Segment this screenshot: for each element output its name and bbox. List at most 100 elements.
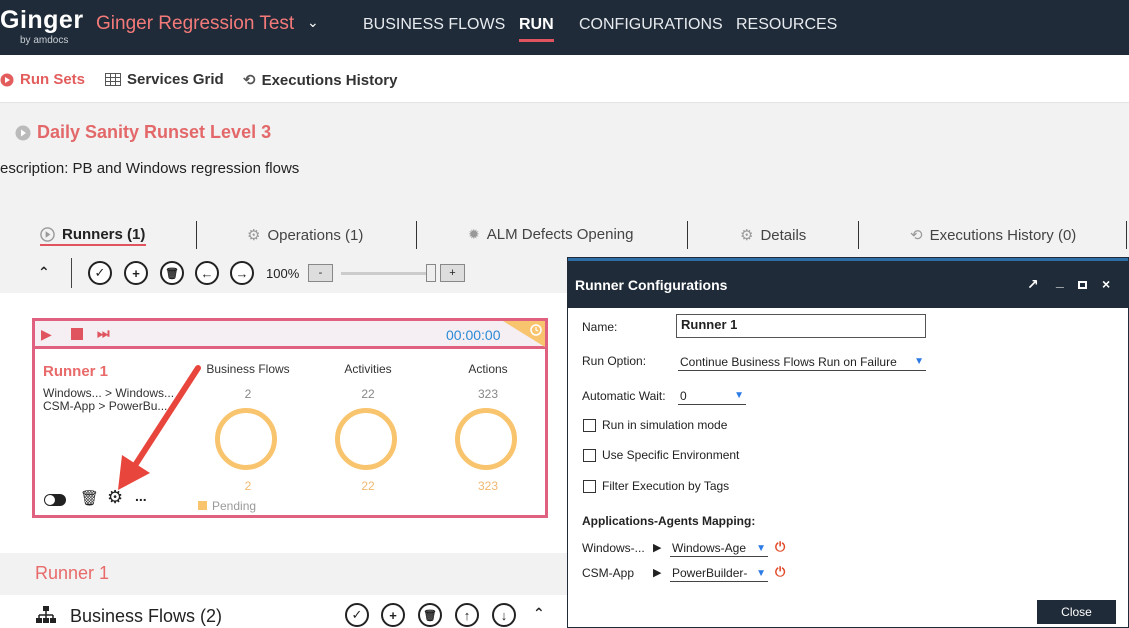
delete-button[interactable]: 🗑 (160, 261, 184, 285)
power-icon[interactable]: ⏻ (775, 539, 785, 555)
maximize-icon[interactable] (1078, 281, 1087, 289)
zoom-slider-track[interactable] (341, 272, 436, 275)
nav-resources[interactable]: RESOURCES (736, 16, 837, 34)
specific-environment-checkbox[interactable] (583, 449, 596, 462)
ginger-logo: Ginger (0, 6, 84, 34)
history-icon: ⟲ (243, 72, 256, 89)
runset-title: Daily Sanity Runset Level 3 (15, 122, 271, 143)
subnav-run-sets-label: Run Sets (20, 71, 86, 88)
chevron-down-icon: ▼ (914, 356, 924, 367)
bf-collapse-icon[interactable]: ⌃ (533, 605, 545, 622)
toolbar-divider (71, 258, 72, 288)
arrow-right-icon: ▶ (653, 567, 662, 579)
play-circle-icon (40, 227, 55, 242)
filter-tags-label: Filter Execution by Tags (602, 479, 730, 493)
subnav-run-sets[interactable]: Run Sets (0, 71, 85, 88)
runner-timer: 00:00:00 (446, 327, 501, 343)
tab-executions-history-label: Executions History (0) (929, 226, 1077, 244)
nav-configurations[interactable]: CONFIGURATIONS (579, 16, 723, 34)
tab-details[interactable]: ⚙ Details (740, 226, 806, 245)
add-runner-button[interactable]: + (124, 261, 148, 285)
mapping-agent-select-1[interactable]: Windows-Age ▼ (670, 540, 768, 557)
subnav-executions-history[interactable]: ⟲ Executions History (243, 71, 398, 90)
arrow-right-button[interactable]: → (230, 261, 254, 285)
tab-operations-label: Operations (1) (267, 226, 364, 244)
play-circle-icon (15, 125, 31, 140)
mapping-agent-2: PowerBuilder- (672, 566, 748, 580)
specific-environment-label: Use Specific Environment (602, 448, 740, 462)
simulation-label: Run in simulation mode (602, 418, 728, 432)
trash-icon[interactable]: 🗑 (80, 489, 99, 507)
hierarchy-icon (36, 606, 56, 623)
bug-icon: ✹ (468, 226, 480, 242)
stop-icon[interactable] (71, 328, 83, 340)
subnav-services-grid[interactable]: Services Grid (105, 71, 224, 88)
skip-forward-icon[interactable]: ⏭ (97, 325, 110, 342)
runner-configurations-dialog: Runner Configurations ↗ _ × Name: Runner… (567, 257, 1129, 628)
stat-activities-total: 22 (361, 387, 375, 401)
nav-business-flows[interactable]: BUSINESS FLOWS (363, 16, 505, 34)
play-icon[interactable]: ▶ (41, 326, 52, 343)
business-flows-label: Business Flows (2) (70, 606, 223, 626)
zoom-in-button[interactable]: + (440, 264, 465, 282)
top-nav-bar: Ginger by amdocs Ginger Regression Test … (0, 0, 1129, 55)
run-option-select[interactable]: Continue Business Flows Run on Failure ▼ (678, 353, 926, 371)
grid-icon (105, 73, 121, 86)
solution-title[interactable]: Ginger Regression Test (96, 13, 294, 35)
tab-runners[interactable]: Runners (1) (40, 226, 145, 243)
mapping-app-1: Windows-... (582, 541, 645, 555)
mapping-agent-select-2[interactable]: PowerBuilder- ▼ (670, 565, 768, 582)
automatic-wait-select[interactable]: 0 ▼ (678, 387, 746, 405)
mapping-title: Applications-Agents Mapping: (582, 514, 756, 528)
history-icon: ⟲ (910, 227, 923, 244)
stat-activities-title: Activities (344, 362, 392, 376)
tab-divider (196, 221, 197, 249)
runner-name-field[interactable]: Runner 1 (676, 314, 926, 338)
stat-business-flows-total: 2 (244, 387, 252, 401)
stat-business-flows-ring (215, 408, 277, 470)
bf-move-up-button[interactable]: ↑ (455, 603, 479, 627)
run-circle-icon (0, 73, 14, 86)
check-all-button[interactable]: ✓ (88, 261, 112, 285)
tab-active-indicator (40, 244, 146, 246)
stat-activities-ring (335, 408, 397, 470)
close-button[interactable]: Close (1037, 600, 1116, 624)
nav-active-indicator (519, 39, 554, 42)
tab-alm-defects[interactable]: ✹ ALM Defects Opening (468, 226, 633, 243)
bf-delete-button[interactable]: 🗑 (418, 603, 442, 627)
mapping-app-2: CSM-App (582, 566, 635, 580)
tab-divider (687, 221, 688, 249)
tab-executions-history[interactable]: ⟲ Executions History (0) (910, 226, 1077, 245)
pin-icon[interactable]: ↗ (1027, 276, 1039, 293)
tab-operations[interactable]: ⚙ Operations (1) (247, 226, 364, 245)
runner-name: Runner 1 (43, 363, 109, 380)
annotation-arrow (118, 365, 201, 490)
tab-divider (858, 221, 859, 249)
power-icon[interactable]: ⏻ (775, 564, 785, 580)
subnav-executions-history-label: Executions History (261, 71, 398, 89)
pending-legend-swatch (198, 501, 207, 510)
run-option-label: Run Option: (582, 354, 647, 368)
bf-check-button[interactable]: ✓ (345, 603, 369, 627)
simulation-checkbox[interactable] (583, 419, 596, 432)
chevron-down-icon[interactable]: ⌄ (307, 14, 319, 31)
filter-tags-checkbox[interactable] (583, 480, 596, 493)
chevron-down-icon: ▼ (756, 567, 766, 579)
zoom-level: 100% (266, 266, 300, 281)
gears-icon: ⚙ (247, 227, 261, 244)
stat-activities-pending: 22 (361, 479, 375, 493)
zoom-slider-thumb[interactable] (426, 264, 436, 282)
stat-business-flows-pending: 2 (244, 479, 252, 493)
stat-actions-title: Actions (468, 362, 508, 376)
nav-run[interactable]: RUN (519, 16, 554, 34)
runner-toolbar: ▶ ⏭ 00:00:00 (35, 321, 545, 349)
minimize-icon[interactable]: _ (1056, 273, 1064, 289)
arrow-left-button[interactable]: ← (195, 261, 219, 285)
bf-add-button[interactable]: + (381, 603, 405, 627)
close-icon[interactable]: × (1102, 276, 1110, 292)
bf-move-down-button[interactable]: ↓ (492, 603, 516, 627)
collapse-icon[interactable]: ⌃ (38, 264, 50, 281)
toggle-switch[interactable] (44, 494, 66, 506)
automatic-wait-label: Automatic Wait: (582, 389, 666, 403)
zoom-out-button[interactable]: - (308, 264, 333, 282)
